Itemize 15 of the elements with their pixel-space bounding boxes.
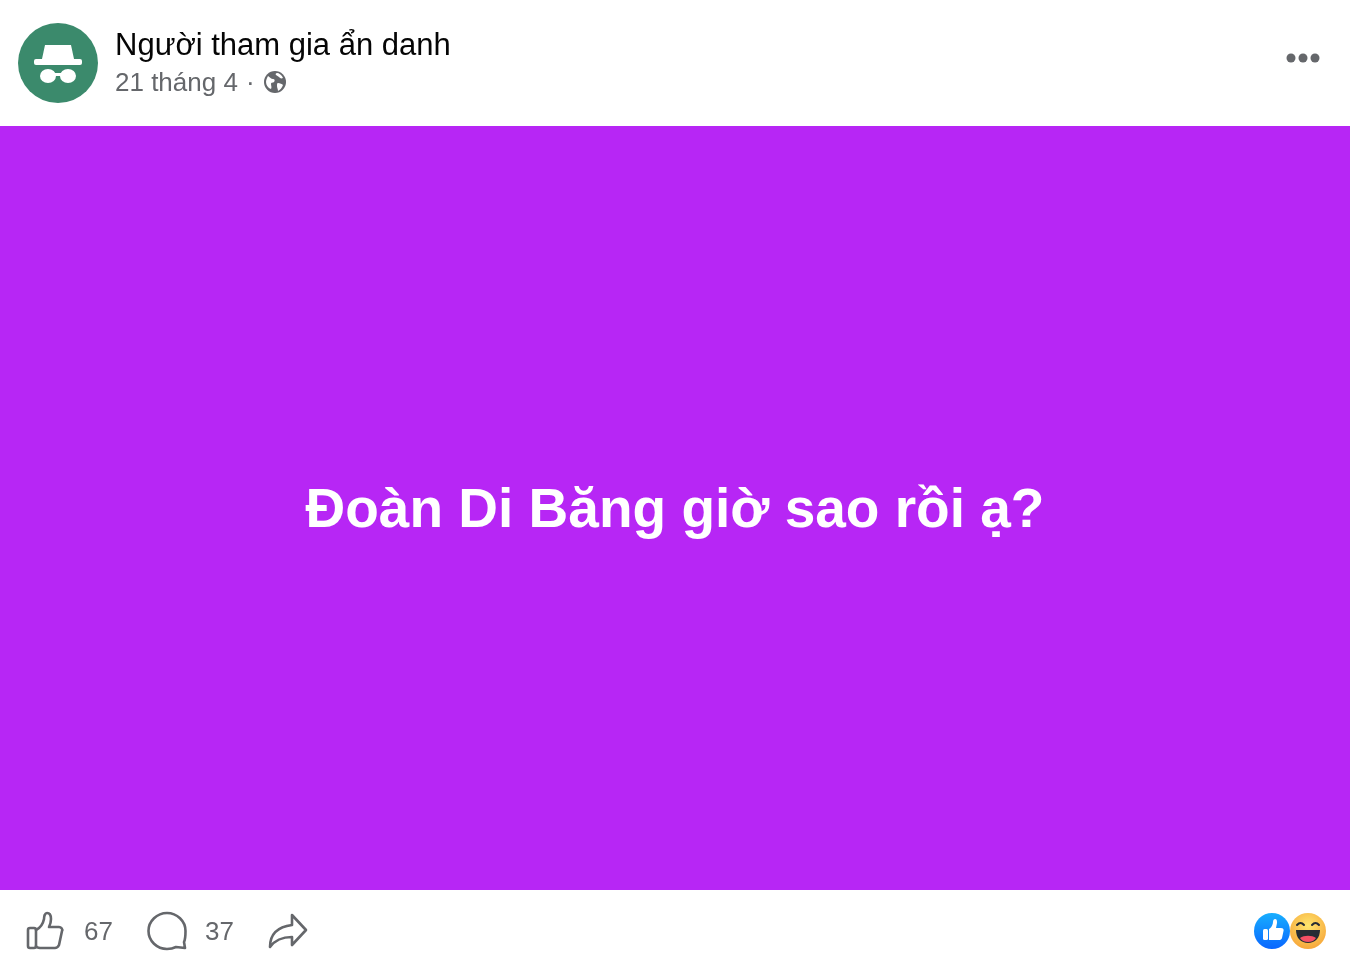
like-reaction-icon xyxy=(1254,913,1290,949)
post-text: Đoàn Di Băng giờ sao rồi ạ? xyxy=(304,476,1046,541)
avatar-icon xyxy=(18,23,98,103)
laughing-emoji-icon xyxy=(1290,913,1326,949)
thumbs-up-icon xyxy=(26,911,66,951)
post-date[interactable]: 21 tháng 4 xyxy=(115,67,238,97)
like-button[interactable]: 67 xyxy=(26,911,113,951)
more-icon xyxy=(1286,53,1320,63)
speech-bubble-icon xyxy=(146,911,187,951)
separator-dot: · xyxy=(245,67,255,97)
author-name[interactable]: Người tham gia ẩn danh xyxy=(115,27,451,63)
comment-button[interactable]: 37 xyxy=(146,911,234,951)
globe-icon xyxy=(262,70,287,94)
share-button[interactable] xyxy=(267,913,308,949)
share-arrow-icon xyxy=(267,913,308,949)
